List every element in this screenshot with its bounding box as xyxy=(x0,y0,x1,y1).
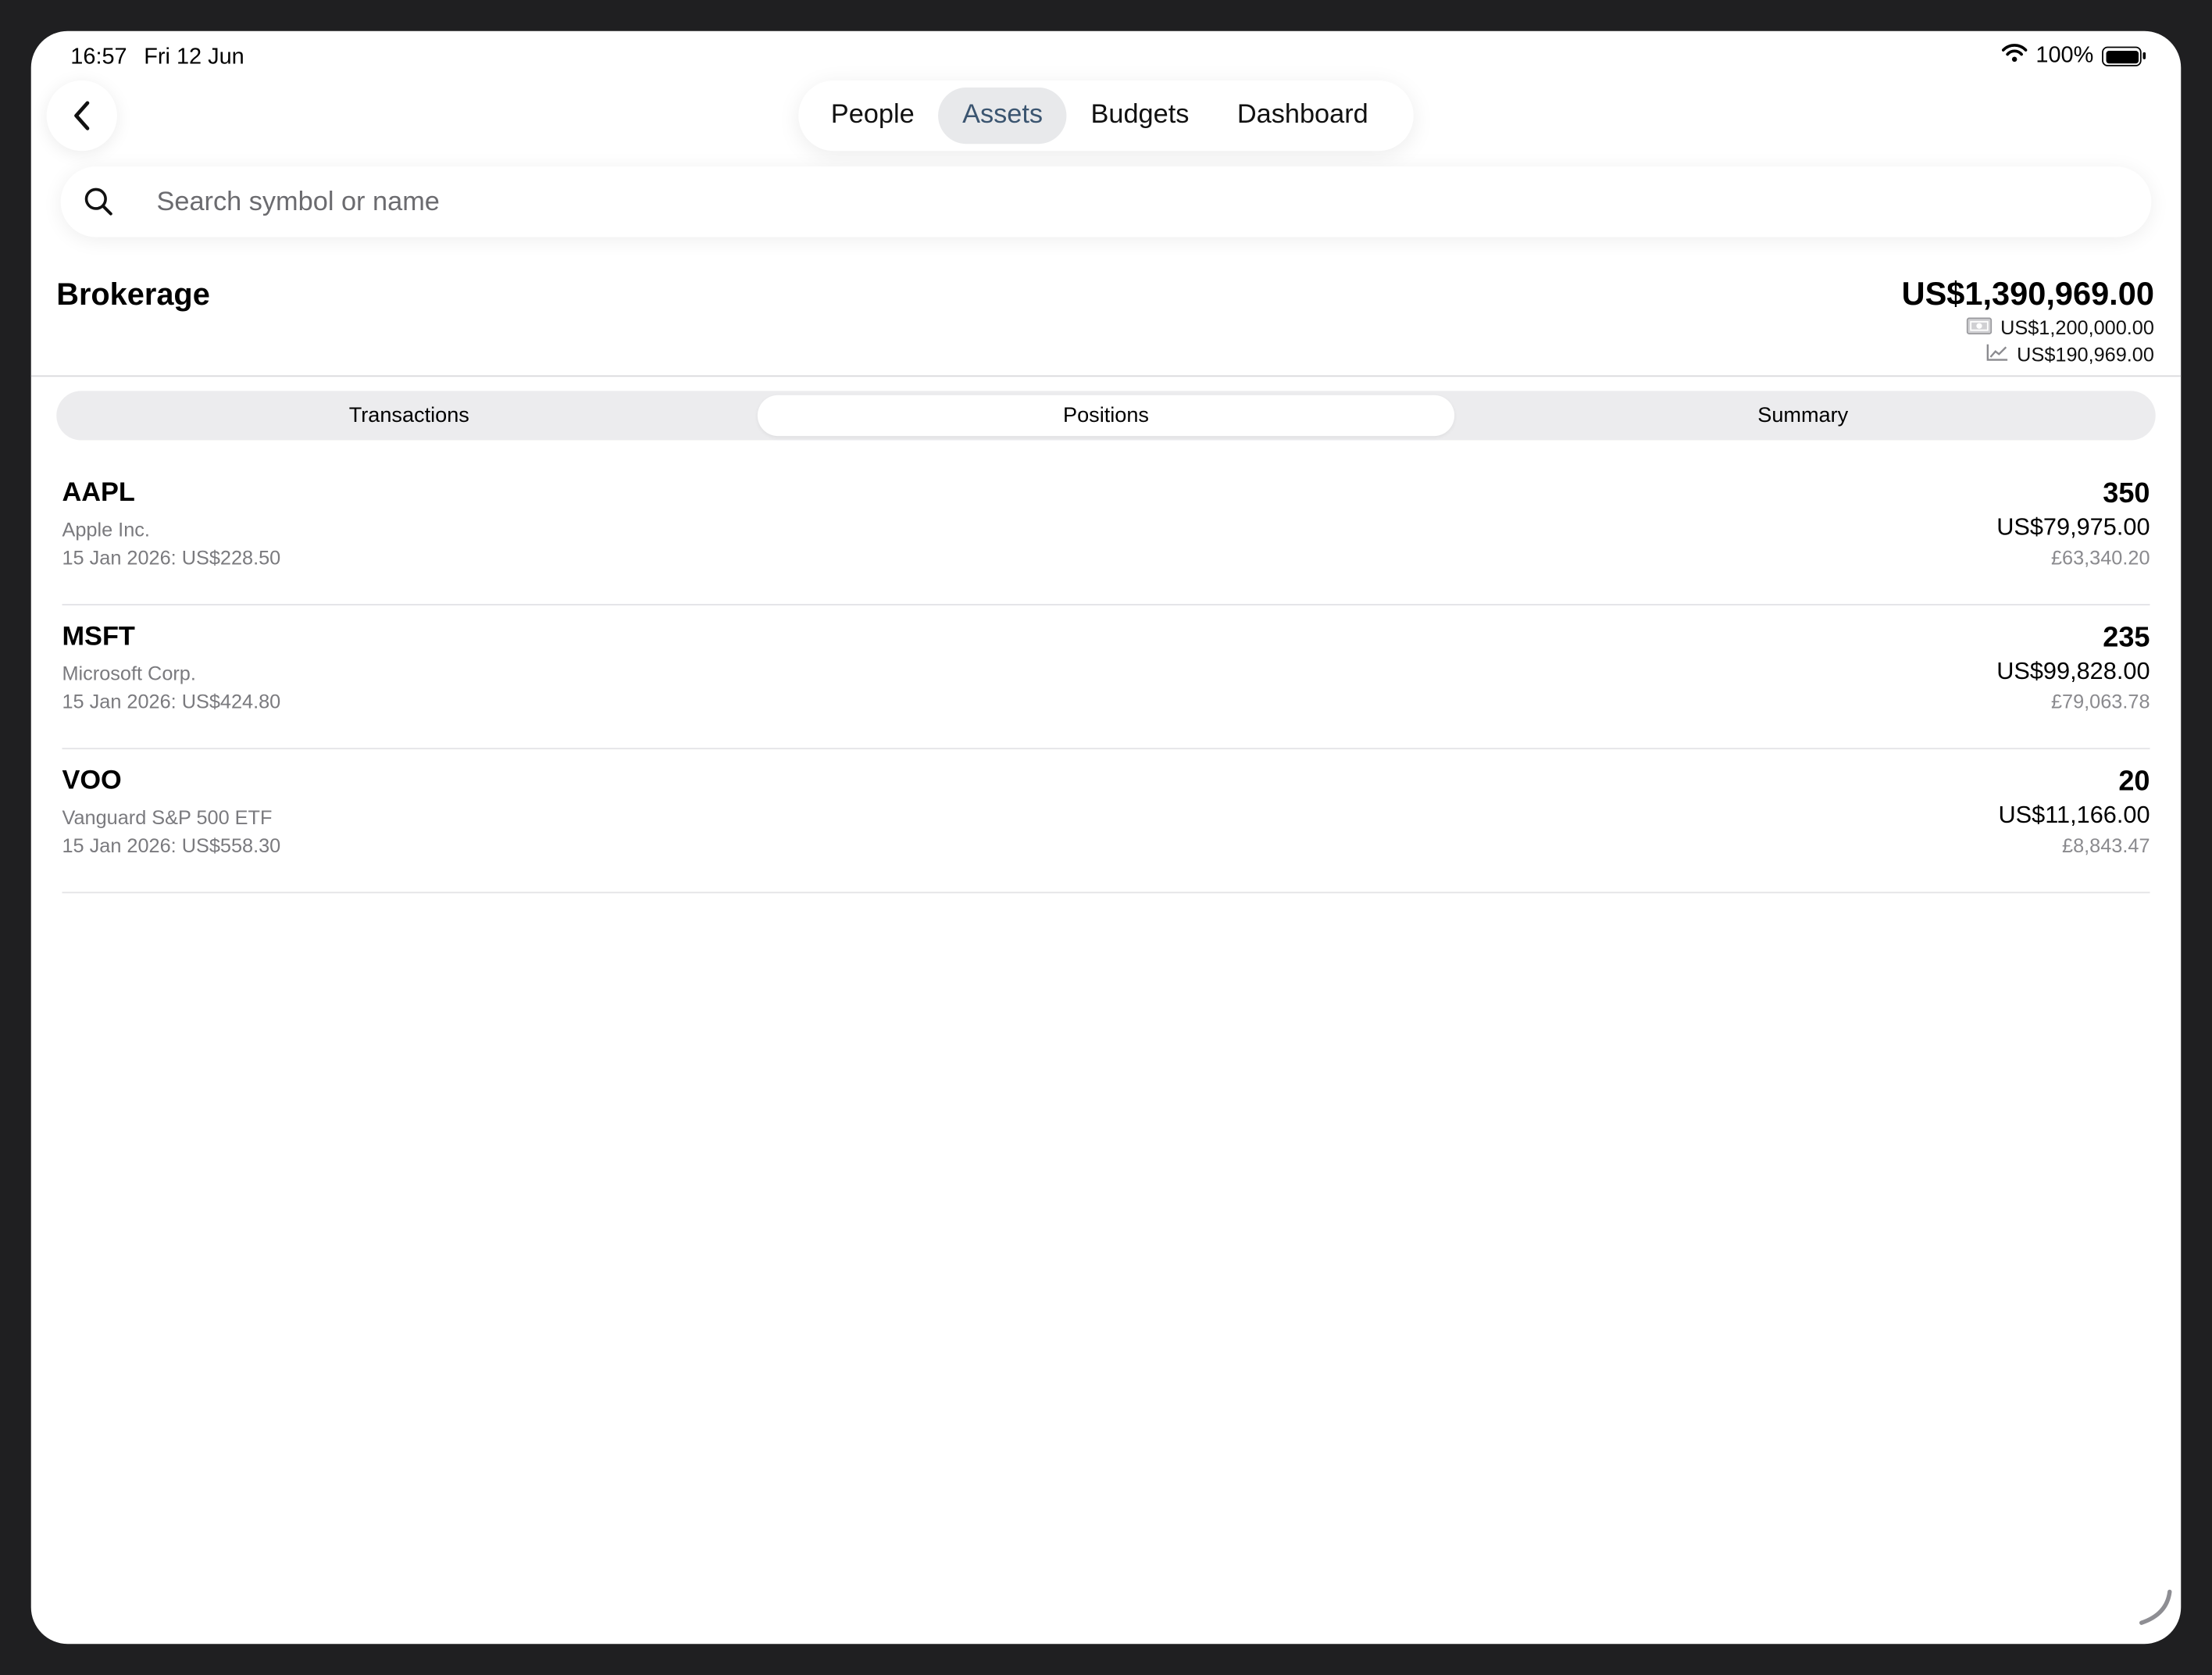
battery-icon xyxy=(2102,46,2146,66)
banknote-icon xyxy=(1966,316,1993,339)
segment-transactions[interactable]: Transactions xyxy=(61,395,758,436)
search-input[interactable] xyxy=(153,166,2107,241)
search-icon xyxy=(84,186,115,224)
position-symbol: AAPL xyxy=(62,478,135,509)
top-tab-bar: People Assets Budgets Dashboard xyxy=(798,80,1414,152)
status-date: Fri 12 Jun xyxy=(144,45,244,70)
tab-budgets[interactable]: Budgets xyxy=(1067,88,1213,144)
back-button[interactable] xyxy=(46,80,117,152)
chart-line-icon xyxy=(1985,343,2008,366)
resize-handle-icon[interactable] xyxy=(2133,1586,2175,1635)
positions-list: AAPL Apple Inc. 15 Jan 2026: US$228.50 3… xyxy=(62,462,2150,894)
position-name: Vanguard S&P 500 ETF xyxy=(62,805,273,829)
position-value-usd: US$11,166.00 xyxy=(1998,801,2150,829)
status-indicators: 100% xyxy=(2002,43,2146,70)
tab-people[interactable]: People xyxy=(807,88,938,144)
tab-dashboard[interactable]: Dashboard xyxy=(1213,88,1392,144)
account-total: US$1,390,969.00 xyxy=(1901,275,2154,312)
position-row[interactable]: AAPL Apple Inc. 15 Jan 2026: US$228.50 3… xyxy=(62,462,2150,605)
position-quantity: 20 xyxy=(2118,766,2150,798)
position-price-line: 15 Jan 2026: US$424.80 xyxy=(62,690,281,713)
chevron-left-icon xyxy=(74,101,90,130)
device-frame: 16:57 Fri 12 Jun 100% People Assets Budg xyxy=(0,0,2212,1675)
position-name: Apple Inc. xyxy=(62,517,150,541)
segment-positions[interactable]: Positions xyxy=(757,395,1455,437)
position-value-usd: US$99,828.00 xyxy=(1996,657,2150,685)
position-quantity: 350 xyxy=(2103,478,2150,510)
segment-summary[interactable]: Summary xyxy=(1454,395,2151,436)
header-divider xyxy=(30,375,2182,377)
position-price-line: 15 Jan 2026: US$558.30 xyxy=(62,834,281,857)
search-bar xyxy=(60,166,2152,241)
position-price-line: 15 Jan 2026: US$228.50 xyxy=(62,546,281,569)
position-value-gbp: £8,843.47 xyxy=(2062,834,2150,857)
account-investments-value: US$190,969.00 xyxy=(2017,342,2154,366)
position-symbol: VOO xyxy=(62,766,122,796)
battery-percent: 100% xyxy=(2035,43,2094,68)
status-time: 16:57 xyxy=(70,45,127,70)
account-investments-line: US$190,969.00 xyxy=(1985,342,2154,366)
account-cash-line: US$1,200,000.00 xyxy=(1966,316,2154,339)
tab-assets[interactable]: Assets xyxy=(938,87,1067,145)
position-symbol: MSFT xyxy=(62,622,135,652)
position-name: Microsoft Corp. xyxy=(62,662,196,685)
app-screen: 16:57 Fri 12 Jun 100% People Assets Budg xyxy=(30,30,2182,1645)
position-row[interactable]: MSFT Microsoft Corp. 15 Jan 2026: US$424… xyxy=(62,605,2150,750)
segmented-control: Transactions Positions Summary xyxy=(56,391,2156,441)
position-value-gbp: £63,340.20 xyxy=(2050,546,2150,569)
wifi-icon xyxy=(2002,44,2028,70)
account-cash-value: US$1,200,000.00 xyxy=(2000,316,2154,339)
position-value-gbp: £79,063.78 xyxy=(2050,690,2150,713)
position-row[interactable]: VOO Vanguard S&P 500 ETF 15 Jan 2026: US… xyxy=(62,749,2150,894)
position-value-usd: US$79,975.00 xyxy=(1996,513,2150,541)
account-title: Brokerage xyxy=(56,277,210,312)
position-quantity: 235 xyxy=(2103,622,2150,654)
